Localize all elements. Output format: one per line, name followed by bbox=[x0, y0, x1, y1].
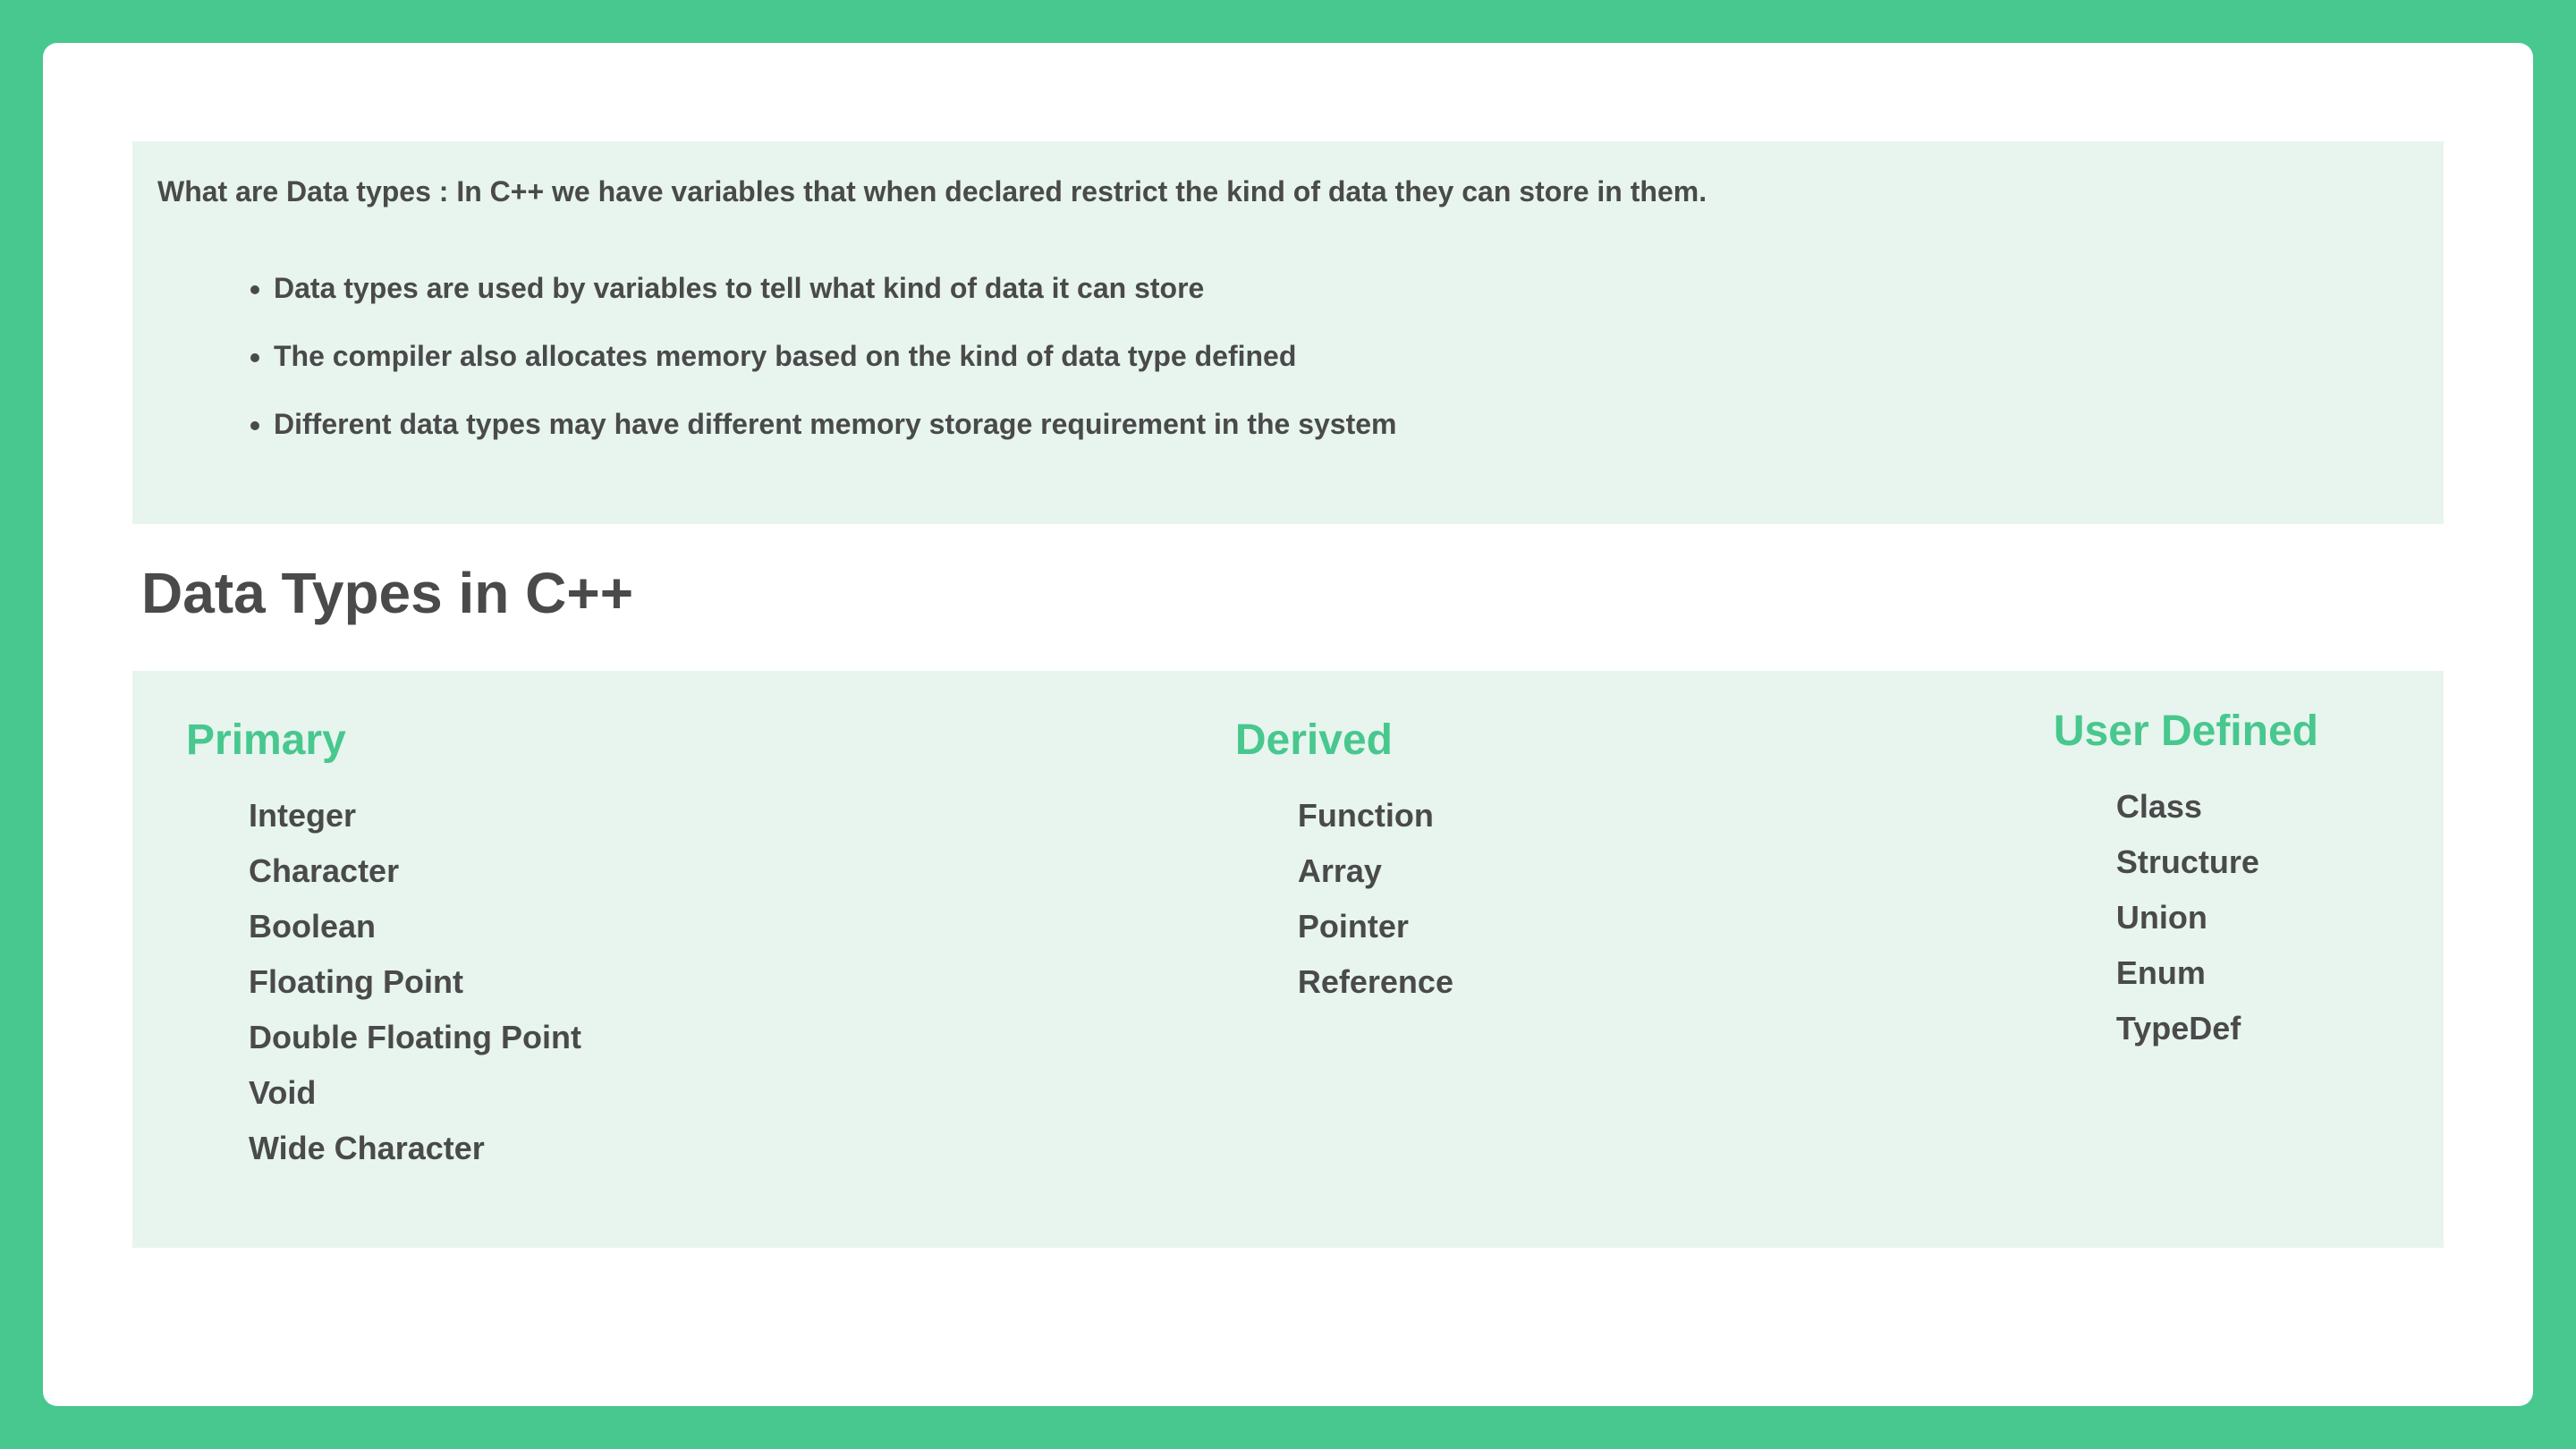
column-userdefined: User Defined Class Structure Union Enum … bbox=[2054, 716, 2318, 1185]
list-item: Character bbox=[249, 852, 581, 890]
list-item: Void bbox=[249, 1074, 581, 1112]
list-item: Class bbox=[2116, 788, 2318, 826]
list-item: Floating Point bbox=[249, 963, 581, 1001]
list-item: Structure bbox=[2116, 843, 2318, 881]
list-item: Double Floating Point bbox=[249, 1019, 581, 1056]
list-item: Wide Character bbox=[249, 1130, 581, 1167]
content-card: What are Data types : In C++ we have var… bbox=[43, 43, 2533, 1406]
column-derived: Derived Function Array Pointer Reference bbox=[1235, 716, 1453, 1185]
intro-body: : In C++ we have variables that when dec… bbox=[431, 175, 1707, 208]
intro-box: What are Data types : In C++ we have var… bbox=[132, 141, 2444, 524]
heading-derived: Derived bbox=[1235, 716, 1453, 765]
list-item: Enum bbox=[2116, 954, 2318, 992]
list-item: Array bbox=[1298, 852, 1453, 890]
list-item: Integer bbox=[249, 797, 581, 835]
list-item: Union bbox=[2116, 899, 2318, 936]
list-item: Reference bbox=[1298, 963, 1453, 1001]
list-item: TypeDef bbox=[2116, 1010, 2318, 1047]
list-userdefined: Class Structure Union Enum TypeDef bbox=[2116, 788, 2318, 1065]
intro-paragraph: What are Data types : In C++ we have var… bbox=[157, 170, 2419, 213]
heading-userdefined: User Defined bbox=[2054, 707, 2318, 756]
intro-bullet-item: Data types are used by variables to tell… bbox=[274, 267, 2419, 309]
section-title: Data Types in C++ bbox=[141, 560, 2444, 626]
list-primary: Integer Character Boolean Floating Point… bbox=[249, 797, 581, 1185]
list-derived: Function Array Pointer Reference bbox=[1298, 797, 1453, 1019]
intro-bullet-item: The compiler also allocates memory based… bbox=[274, 335, 2419, 377]
list-item: Function bbox=[1298, 797, 1453, 835]
list-item: Boolean bbox=[249, 908, 581, 945]
list-item: Pointer bbox=[1298, 908, 1453, 945]
intro-label: What are Data types bbox=[157, 175, 431, 208]
intro-bullet-item: Different data types may have different … bbox=[274, 402, 2419, 445]
heading-primary: Primary bbox=[186, 716, 581, 765]
types-box: Primary Integer Character Boolean Floati… bbox=[132, 671, 2444, 1248]
intro-bullet-list: Data types are used by variables to tell… bbox=[274, 267, 2419, 445]
column-primary: Primary Integer Character Boolean Floati… bbox=[186, 716, 581, 1185]
